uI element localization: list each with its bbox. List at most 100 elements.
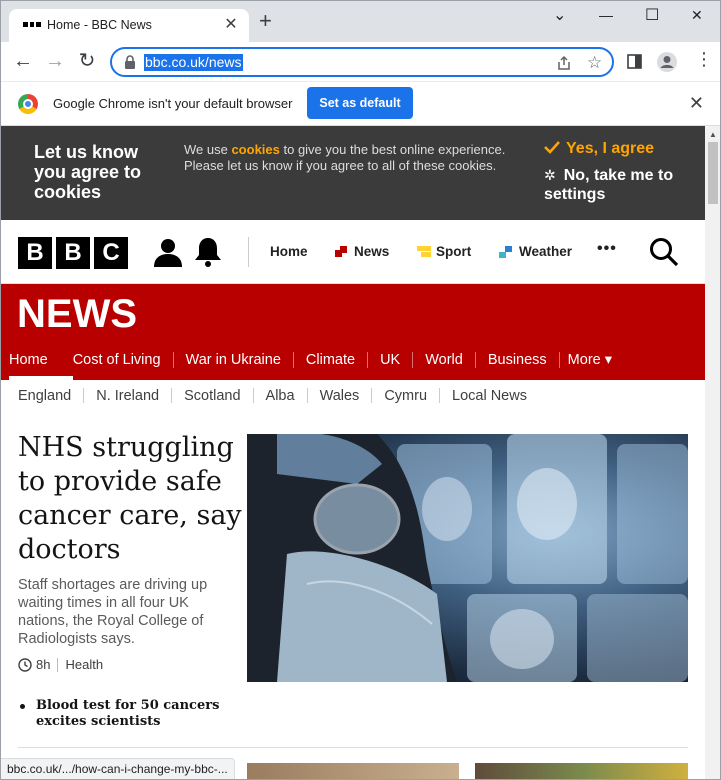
maximize-button[interactable]: ☐ [645, 5, 659, 25]
subnav-wales[interactable]: Wales [320, 388, 360, 404]
address-bar[interactable]: bbc.co.uk/news ☆ [110, 47, 614, 77]
news-nav-cost-of-living[interactable]: Cost of Living [73, 347, 186, 380]
nav-separator [252, 388, 254, 403]
story-meta: 8h Health [18, 657, 103, 672]
chrome-menu-icon[interactable]: ⋮ [695, 49, 713, 70]
tab-close-icon[interactable]: ✕ [221, 14, 241, 34]
tab-title: Home - BBC News [47, 18, 152, 32]
cookie-settings-button[interactable]: ✲ No, take me to settings [544, 166, 684, 204]
nav-separator [371, 388, 373, 403]
weather-icon [499, 246, 512, 258]
story-thumbnail-image[interactable] [247, 763, 459, 779]
close-window-button[interactable]: ✕ [691, 7, 703, 24]
side-panel-icon[interactable] [627, 54, 642, 69]
clock-icon [18, 657, 32, 672]
story-time: 8h [36, 657, 51, 672]
tab-search-chevron-icon[interactable]: ⌄ [553, 5, 566, 25]
nav-home-link[interactable]: Home [270, 244, 308, 259]
tab-bbc-news[interactable]: Home - BBC News ✕ [9, 9, 249, 42]
nav-news-link[interactable]: News [354, 244, 389, 259]
top-story-headline[interactable]: NHS struggling to provide safe cancer ca… [18, 431, 243, 567]
news-nav-war-in-ukraine[interactable]: War in Ukraine [186, 347, 306, 380]
bbc-global-nav: B B C Home News Sport Weather ••• [1, 220, 705, 284]
minimize-button[interactable]: — [599, 7, 613, 23]
gear-icon: ✲ [544, 167, 556, 183]
news-header: NEWS Home Cost of Living War in Ukraine … [1, 284, 705, 380]
scroll-up-arrow-icon[interactable]: ▲ [709, 130, 717, 139]
reload-button[interactable]: ↻ [75, 50, 99, 72]
news-nav-uk[interactable]: UK [380, 347, 425, 380]
bookmark-star-icon[interactable]: ☆ [587, 53, 602, 73]
top-story-image[interactable] [247, 434, 688, 682]
nav-sport-link[interactable]: Sport [436, 244, 471, 259]
profile-avatar-icon[interactable] [656, 51, 678, 73]
share-icon[interactable] [556, 55, 572, 71]
news-logo[interactable]: NEWS [17, 292, 137, 337]
nav-separator [171, 388, 173, 403]
url-text[interactable]: bbc.co.uk/news [144, 54, 243, 71]
browser-toolbar: ← → ↻ bbc.co.uk/news ☆ ⋮ [1, 42, 720, 82]
news-nav-world[interactable]: World [425, 347, 488, 380]
related-story-link[interactable]: Blood test for 50 cancers excites scient… [18, 698, 233, 730]
news-nav-more[interactable]: More ▾ [568, 347, 612, 380]
account-icon[interactable] [153, 237, 183, 267]
news-nav: Home Cost of Living War in Ukraine Clima… [9, 347, 612, 380]
scrollbar-thumb[interactable] [708, 142, 718, 204]
subnav-scotland[interactable]: Scotland [184, 388, 240, 404]
subnav-cymru[interactable]: Cymru [384, 388, 427, 404]
subnav-england[interactable]: England [18, 388, 71, 404]
nav-separator [474, 352, 476, 369]
agree-cookies-button[interactable]: Yes, I agree [544, 140, 654, 158]
logo-letter: C [94, 237, 128, 269]
search-icon[interactable] [649, 237, 679, 267]
infobar-close-icon[interactable]: ✕ [689, 93, 704, 114]
browser-window: Home - BBC News ✕ + ⌄ — ☐ ✕ ← → ↻ bbc.co… [0, 0, 721, 780]
default-browser-infobar: Google Chrome isn't your default browser… [1, 82, 720, 126]
news-nav-label: World [425, 352, 463, 368]
nav-separator [412, 352, 414, 369]
page-scrollbar[interactable]: ▲ [705, 126, 720, 779]
logo-letter: B [18, 237, 52, 269]
doctor-examining-scans-image [247, 434, 688, 682]
news-nav-business[interactable]: Business [488, 347, 568, 380]
nav-separator [83, 388, 85, 403]
story-tag-link[interactable]: Health [65, 657, 103, 672]
bbc-logo[interactable]: B B C [18, 237, 128, 269]
news-nav-label: Business [487, 352, 547, 368]
news-nav-label: Home [9, 352, 48, 368]
new-tab-button[interactable]: + [259, 10, 272, 32]
nav-separator [172, 352, 174, 369]
regional-subnav: England N. Ireland Scotland Alba Wales C… [18, 388, 527, 404]
news-icon [335, 246, 347, 257]
chrome-logo-icon [18, 94, 38, 114]
cookie-banner: Let us know you agree to cookies We use … [1, 126, 705, 220]
nav-separator [558, 352, 560, 369]
page-viewport: Let us know you agree to cookies We use … [1, 126, 705, 779]
more-menu-icon[interactable]: ••• [597, 240, 617, 258]
subnav-local-news[interactable]: Local News [452, 388, 527, 404]
story-thumbnail-image[interactable] [475, 763, 688, 779]
agree-label: Yes, I agree [566, 140, 655, 157]
section-divider [18, 747, 688, 748]
forward-button[interactable]: → [43, 50, 67, 72]
bbc-favicon-icon [23, 22, 42, 29]
subnav-alba[interactable]: Alba [266, 388, 295, 404]
tab-strip: Home - BBC News ✕ + ⌄ — ☐ ✕ [1, 1, 720, 42]
link-status-bar: bbc.co.uk/.../how-can-i-change-my-bbc-..… [1, 758, 235, 779]
nav-weather-link[interactable]: Weather [519, 244, 572, 259]
news-nav-label: UK [380, 352, 401, 368]
news-nav-climate[interactable]: Climate [306, 347, 380, 380]
nav-separator [292, 352, 294, 369]
lock-icon[interactable] [124, 55, 136, 69]
checkmark-icon [544, 141, 560, 154]
news-nav-label: More ▾ [567, 352, 613, 368]
news-nav-home[interactable]: Home [9, 347, 73, 380]
settings-label: No, take me to settings [544, 167, 674, 203]
subnav-n-ireland[interactable]: N. Ireland [96, 388, 159, 404]
infobar-message: Google Chrome isn't your default browser [53, 96, 293, 111]
nav-separator [306, 388, 308, 403]
cookies-link[interactable]: cookies [231, 142, 279, 157]
notifications-bell-icon[interactable] [194, 236, 222, 268]
set-as-default-button[interactable]: Set as default [307, 87, 413, 119]
back-button[interactable]: ← [11, 50, 35, 72]
